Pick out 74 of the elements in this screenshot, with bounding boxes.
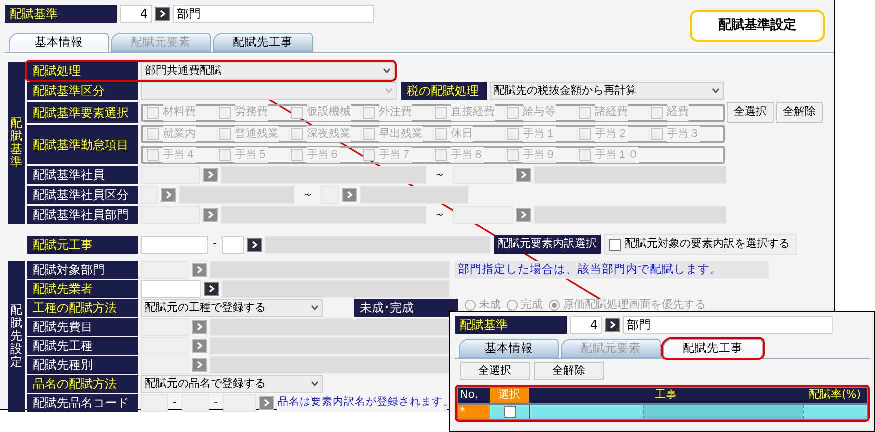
tab[interactable]: 配賦先工事 [663, 339, 763, 358]
dropdown[interactable]: 配賦元の品名で登録する [141, 375, 323, 393]
input-field[interactable] [141, 280, 201, 298]
row-marker: * [458, 405, 490, 419]
checkbox[interactable] [504, 406, 516, 418]
input-field[interactable] [141, 394, 168, 412]
range-separator: - [213, 394, 219, 411]
range-separator: - [212, 236, 218, 252]
input-field[interactable] [223, 394, 256, 412]
section-label: 配賦先設定 [8, 261, 25, 412]
tab[interactable]: 配賦先工事 [213, 33, 313, 52]
lookup-button[interactable] [605, 318, 620, 332]
chevron-down-icon [311, 381, 319, 387]
field-label: 配賦先種別 [27, 356, 138, 374]
column-header: 工事 [529, 388, 803, 403]
field-label: 配賦先費目 [27, 318, 138, 336]
tab[interactable]: 基本情報 [459, 339, 559, 358]
column-header: 配賦率(%) [803, 388, 867, 403]
title-badge: 配賦基準設定 [690, 10, 825, 42]
chevron-right-icon [196, 361, 202, 369]
field-label: 配賦基準区分 [27, 82, 138, 100]
field-label: 配賦基準社員 [27, 166, 138, 184]
section-label: 配賦基準 [8, 62, 25, 224]
field-label: 配賦基準 [455, 316, 567, 334]
chevron-down-icon [712, 88, 720, 94]
input-field[interactable]: 部門 [623, 316, 833, 334]
chevron-right-icon [208, 171, 214, 179]
select-button[interactable]: 全解除 [534, 362, 604, 380]
field-label: 配賦先工種 [27, 337, 138, 355]
field-label: 配賦基準勤怠項目 [27, 125, 138, 164]
field-label: 配賦基準要素選択 [27, 102, 138, 123]
checkbox-label: 手当３ [667, 126, 700, 142]
chevron-right-icon [166, 191, 172, 199]
field-label: 配賦処理 [27, 62, 138, 80]
lookup-button[interactable] [204, 282, 219, 296]
field-label: 品名の配賦方法 [27, 375, 138, 393]
lookup-button[interactable] [155, 7, 170, 21]
input-field[interactable] [222, 236, 244, 254]
chevron-right-icon [196, 342, 202, 350]
chevron-right-icon [208, 285, 214, 293]
chevron-right-icon [264, 399, 270, 407]
table-cell [803, 405, 867, 419]
field-label: 工種の配賦方法 [27, 299, 138, 317]
input-field[interactable] [141, 236, 208, 254]
select-button[interactable]: 全選択 [460, 362, 530, 380]
field-label: 配賦基準 [5, 5, 117, 23]
column-header: No. [458, 388, 490, 403]
chevron-down-icon [383, 68, 391, 74]
input-field[interactable]: 4 [120, 5, 152, 23]
range-separator: - [172, 394, 178, 411]
field-label: 配賦基準社員部門 [27, 206, 138, 224]
checkbox-label: 材料費 [163, 104, 196, 121]
column-header: 選択 [490, 388, 529, 403]
checkbox-label: 手当４ [163, 146, 196, 164]
input-field[interactable] [182, 394, 209, 412]
checkbox-label: 就業内 [163, 126, 196, 142]
checkbox-label: 配賦元対象の要素内訳を選択する [625, 236, 790, 252]
tab[interactable]: 基本情報 [9, 33, 109, 52]
input-field[interactable]: 4 [570, 316, 602, 334]
dropdown[interactable]: 配賦元の工種で登録する [141, 299, 323, 317]
chevron-right-icon [196, 266, 202, 274]
checkbox-label: 経費 [667, 104, 689, 121]
chevron-right-icon [208, 211, 214, 219]
chevron-right-icon [160, 10, 166, 18]
field-label: 配賦対象部門 [27, 261, 138, 279]
field-label: 配賦元工事 [27, 236, 138, 254]
field-label: 配賦先業者 [27, 280, 138, 298]
input-field[interactable]: 部門 [173, 5, 374, 23]
info-note: 品名は要素内訳名が登録されます。 [277, 394, 447, 412]
field-label: 配賦先品名コード [27, 394, 138, 412]
chevron-right-icon [196, 323, 202, 331]
dropdown[interactable]: 部門共通費配賦 [141, 62, 395, 80]
chevron-right-icon [610, 321, 616, 329]
field-label: 配賦基準社員区分 [27, 186, 138, 204]
